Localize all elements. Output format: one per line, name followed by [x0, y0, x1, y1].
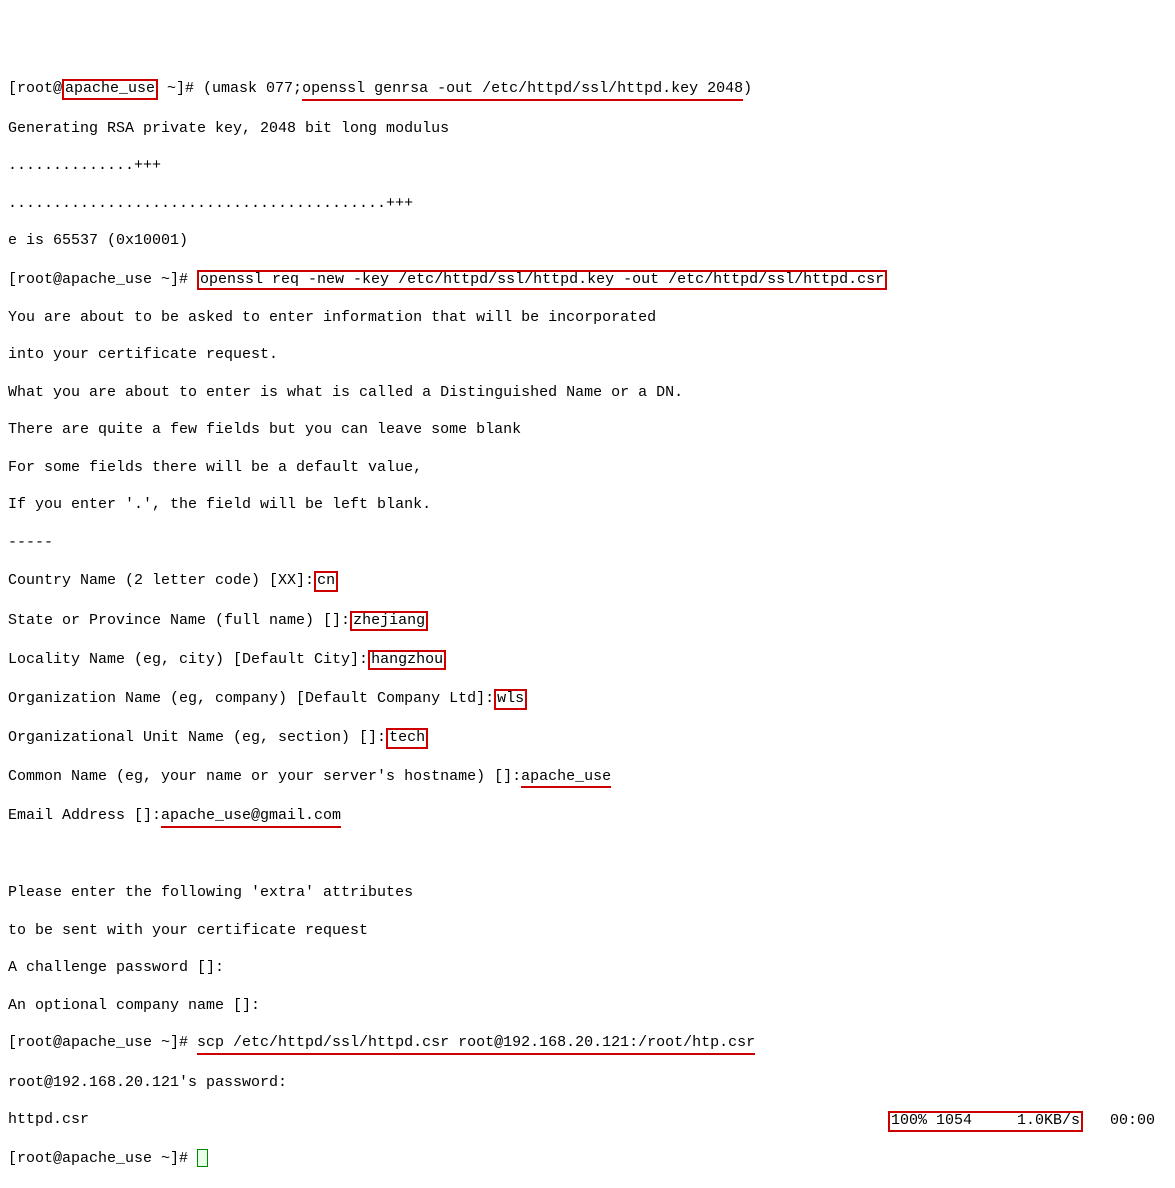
org-line: Organization Name (eg, company) [Default… — [8, 689, 1167, 710]
cmd1-end: ) — [743, 80, 752, 97]
terminal-line-1: [root@apache_use ~]# (umask 077;openssl … — [8, 79, 1167, 101]
state-line: State or Province Name (full name) []:zh… — [8, 611, 1167, 632]
org-label: Organization Name (eg, company) [Default… — [8, 690, 494, 707]
ou-value: tech — [386, 728, 428, 749]
terminal-line-last: [root@apache_use ~]# — [8, 1149, 1167, 1169]
extra2: to be sent with your certificate request — [8, 922, 1167, 941]
output-req4: There are quite a few fields but you can… — [8, 421, 1167, 440]
output-req1: You are about to be asked to enter infor… — [8, 309, 1167, 328]
prompt4: [root@apache_use ~]# — [8, 1150, 197, 1167]
prompt2: [root@apache_use ~]# — [8, 271, 197, 288]
cmd1-left: (umask 077; — [203, 80, 302, 97]
country-value: cn — [314, 571, 338, 592]
scp-line: [root@apache_use ~]# scp /etc/httpd/ssl/… — [8, 1034, 1167, 1055]
cn-line: Common Name (eg, your name or your serve… — [8, 768, 1167, 789]
prompt3: [root@apache_use ~]# — [8, 1034, 197, 1051]
challenge-line: A challenge password []: — [8, 959, 1167, 978]
prompt-suffix: ~]# — [158, 80, 203, 97]
locality-line: Locality Name (eg, city) [Default City]:… — [8, 650, 1167, 671]
output-req3: What you are about to enter is what is c… — [8, 384, 1167, 403]
state-value: zhejiang — [350, 611, 428, 632]
output-req6: If you enter '.', the field will be left… — [8, 496, 1167, 515]
email-value: apache_use@gmail.com — [161, 807, 341, 828]
email-label: Email Address []: — [8, 807, 161, 824]
blank-line — [8, 847, 1167, 866]
cmd1-highlight: openssl genrsa -out /etc/httpd/ssl/httpd… — [302, 80, 743, 101]
scp-cmd: scp /etc/httpd/ssl/httpd.csr root@192.16… — [197, 1034, 755, 1055]
country-line: Country Name (2 letter code) [XX]:cn — [8, 571, 1167, 592]
extra1: Please enter the following 'extra' attri… — [8, 884, 1167, 903]
output-req2: into your certificate request. — [8, 346, 1167, 365]
output-req5: For some fields there will be a default … — [8, 459, 1167, 478]
output-genrsa1: Generating RSA private key, 2048 bit lon… — [8, 120, 1167, 139]
output-genrsa3: ........................................… — [8, 195, 1167, 214]
cn-label: Common Name (eg, your name or your serve… — [8, 768, 521, 785]
ou-line: Organizational Unit Name (eg, section) [… — [8, 728, 1167, 749]
org-value: wls — [494, 689, 527, 710]
scp-time: 00:00 — [1083, 1112, 1155, 1129]
scp-right: 100% 1054 1.0KB/s 00:00 — [888, 1111, 1155, 1132]
hostname-highlight: apache_use — [62, 79, 158, 100]
cmd2-highlight: openssl req -new -key /etc/httpd/ssl/htt… — [197, 270, 887, 291]
cursor-icon[interactable] — [197, 1149, 208, 1167]
scp-password: root@192.168.20.121's password: — [8, 1074, 1167, 1093]
scp-progress-box: 100% 1054 1.0KB/s — [888, 1111, 1083, 1132]
scp-progress-line: httpd.csr 100% 1054 1.0KB/s 00:00 — [8, 1111, 1167, 1130]
locality-value: hangzhou — [368, 650, 446, 671]
scp-file: httpd.csr — [8, 1111, 89, 1128]
prompt-prefix: [root@ — [8, 80, 62, 97]
cn-value: apache_use — [521, 768, 611, 789]
email-line: Email Address []:apache_use@gmail.com — [8, 807, 1167, 828]
output-genrsa2: ..............+++ — [8, 157, 1167, 176]
terminal-line-2: [root@apache_use ~]# openssl req -new -k… — [8, 270, 1167, 291]
optcompany-line: An optional company name []: — [8, 997, 1167, 1016]
state-label: State or Province Name (full name) []: — [8, 612, 350, 629]
ou-label: Organizational Unit Name (eg, section) [… — [8, 729, 386, 746]
locality-label: Locality Name (eg, city) [Default City]: — [8, 651, 368, 668]
output-req7: ----- — [8, 534, 1167, 553]
country-label: Country Name (2 letter code) [XX]: — [8, 572, 314, 589]
output-genrsa4: e is 65537 (0x10001) — [8, 232, 1167, 251]
